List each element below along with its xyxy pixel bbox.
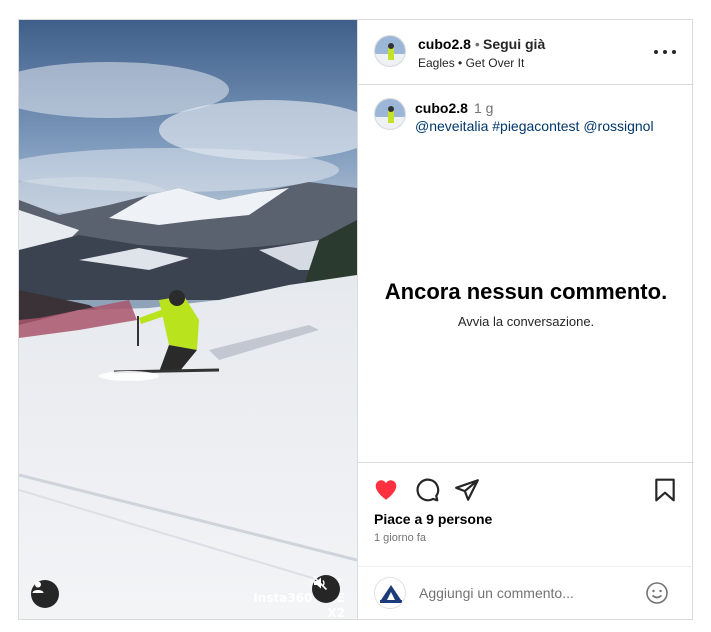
following-button[interactable]: Segui già — [483, 36, 545, 52]
post-header: cubo2.8 • Segui già Eagles • Get Over It — [358, 20, 694, 85]
like-button[interactable] — [373, 477, 399, 503]
post-side-panel: cubo2.8• Segui già Eagles • Get Over It — [357, 20, 694, 620]
ski-scene — [19, 20, 357, 619]
caption-username[interactable]: cubo2.8 — [415, 100, 468, 116]
author-username-text[interactable]: cubo2.8 — [418, 36, 471, 52]
audio-separator: • — [458, 56, 463, 70]
separator-dot: • — [474, 36, 480, 52]
post-media-video[interactable]: SHOT Insta360 ONE X2 — [19, 20, 357, 619]
audio-artist[interactable]: Eagles — [418, 56, 455, 70]
post-card: SHOT Insta360 ONE X2 — [18, 19, 694, 620]
post-date[interactable]: 1 giorno fa — [374, 532, 426, 544]
heart-icon — [375, 480, 397, 500]
more-icon — [654, 50, 658, 54]
emoji-button[interactable] — [645, 581, 669, 605]
caption-avatar[interactable] — [374, 98, 406, 130]
add-comment-bar — [358, 566, 694, 621]
mute-icon — [312, 575, 328, 591]
author-username[interactable]: cubo2.8 • — [418, 36, 484, 52]
likes-count[interactable]: Piace a 9 persone — [374, 511, 492, 527]
current-user-avatar — [374, 577, 406, 609]
post-actions: Piace a 9 persone 1 giorno fa — [358, 462, 694, 620]
share-icon — [455, 479, 479, 501]
caption-tags[interactable]: @neveitalia #piegacontest @rossignol — [415, 118, 654, 134]
bookmark-icon — [655, 478, 675, 502]
no-comments-subtitle: Avvia la conversazione. — [457, 314, 595, 329]
emoji-icon — [646, 582, 668, 604]
no-comments-title: Ancora nessun commento. — [384, 279, 668, 304]
share-button[interactable] — [454, 477, 480, 503]
comment-button[interactable] — [414, 477, 440, 503]
audio-info[interactable]: Eagles • Get Over It — [418, 56, 524, 70]
caption-time[interactable]: 1 g — [474, 100, 493, 116]
mute-button[interactable] — [312, 575, 340, 603]
comment-input[interactable] — [419, 583, 639, 603]
save-button[interactable] — [652, 477, 678, 503]
audio-title[interactable]: Get Over It — [466, 56, 525, 70]
comment-icon — [416, 478, 440, 502]
tagged-users-button[interactable] — [31, 580, 59, 608]
tag-user-icon — [32, 581, 44, 593]
more-options-button[interactable] — [654, 42, 676, 62]
author-avatar[interactable] — [374, 35, 406, 67]
